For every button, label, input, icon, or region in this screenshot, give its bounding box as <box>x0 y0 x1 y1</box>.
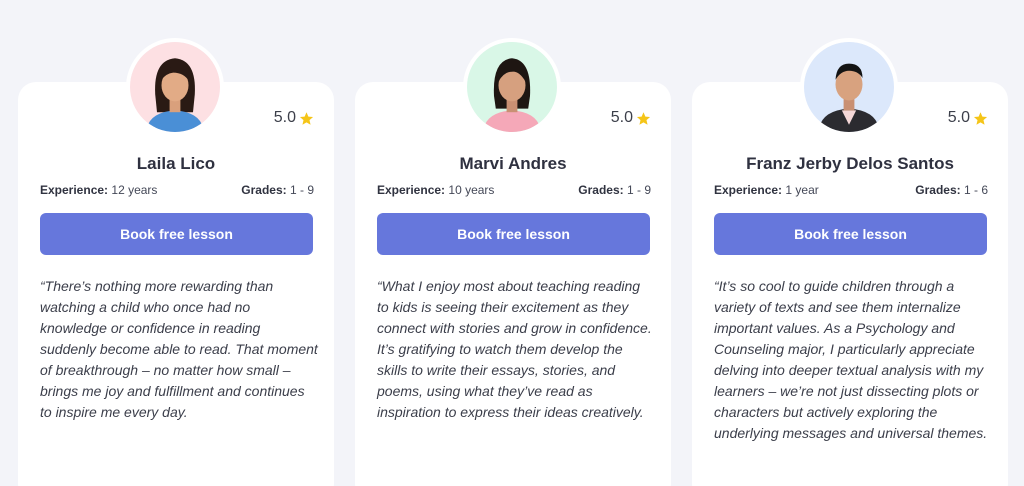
experience: Experience: 10 years <box>377 183 494 197</box>
rating-value: 5.0 <box>273 109 296 126</box>
grades-value: 1 - 6 <box>963 183 988 197</box>
avatar <box>800 38 898 136</box>
avatar <box>463 38 561 136</box>
grades-label: Grades: <box>578 183 624 197</box>
tutor-name: Marvi Andres <box>459 154 567 173</box>
tutor-cards: 5.0 Laila Lico Experience: 12 years Grad… <box>0 0 1024 486</box>
experience: Experience: 12 years <box>40 183 157 197</box>
experience-label: Experience: <box>377 183 446 197</box>
tutor-quote: “There’s nothing more rewarding than wat… <box>40 278 318 420</box>
tutor-quote: “It’s so cool to guide children through … <box>714 278 988 441</box>
experience-label: Experience: <box>40 183 109 197</box>
rating: 5.0 <box>274 109 314 127</box>
tutor-card: 5.0 Marvi Andres Experience: 10 years Gr… <box>355 38 671 486</box>
grades: Grades: 1 - 6 <box>915 183 988 197</box>
tutor-name: Franz Jerby Delos Santos <box>746 154 954 173</box>
grades: Grades: 1 - 9 <box>241 183 314 197</box>
experience: Experience: 1 year <box>714 183 819 197</box>
star-icon <box>299 111 314 125</box>
tutor-meta: Experience: 10 years Grades: 1 - 9 <box>377 183 651 197</box>
tutor-card: 5.0 Franz Jerby Delos Santos Experience:… <box>692 38 1008 486</box>
grades-label: Grades: <box>241 183 287 197</box>
grades-label: Grades: <box>915 183 961 197</box>
grades-value: 1 - 9 <box>626 183 651 197</box>
tutor-name: Laila Lico <box>136 154 216 173</box>
book-free-lesson-button[interactable]: Book free lesson <box>714 213 987 255</box>
rating-value: 5.0 <box>947 109 970 126</box>
grades: Grades: 1 - 9 <box>578 183 651 197</box>
star-icon <box>973 111 988 125</box>
experience-value: 10 years <box>448 183 495 197</box>
book-free-lesson-button[interactable]: Book free lesson <box>40 213 313 255</box>
tutor-card: 5.0 Laila Lico Experience: 12 years Grad… <box>18 38 334 486</box>
rating-value: 5.0 <box>610 109 633 126</box>
rating: 5.0 <box>948 109 988 127</box>
experience-value: 12 years <box>111 183 158 197</box>
experience-value: 1 year <box>785 183 819 197</box>
star-icon <box>636 111 651 125</box>
tutor-meta: Experience: 12 years Grades: 1 - 9 <box>40 183 314 197</box>
avatar <box>126 38 224 136</box>
grades-value: 1 - 9 <box>289 183 314 197</box>
experience-label: Experience: <box>714 183 783 197</box>
book-free-lesson-button[interactable]: Book free lesson <box>377 213 650 255</box>
rating: 5.0 <box>611 109 651 127</box>
tutor-quote: “What I enjoy most about teaching readin… <box>377 278 652 420</box>
tutor-meta: Experience: 1 year Grades: 1 - 6 <box>714 183 988 197</box>
